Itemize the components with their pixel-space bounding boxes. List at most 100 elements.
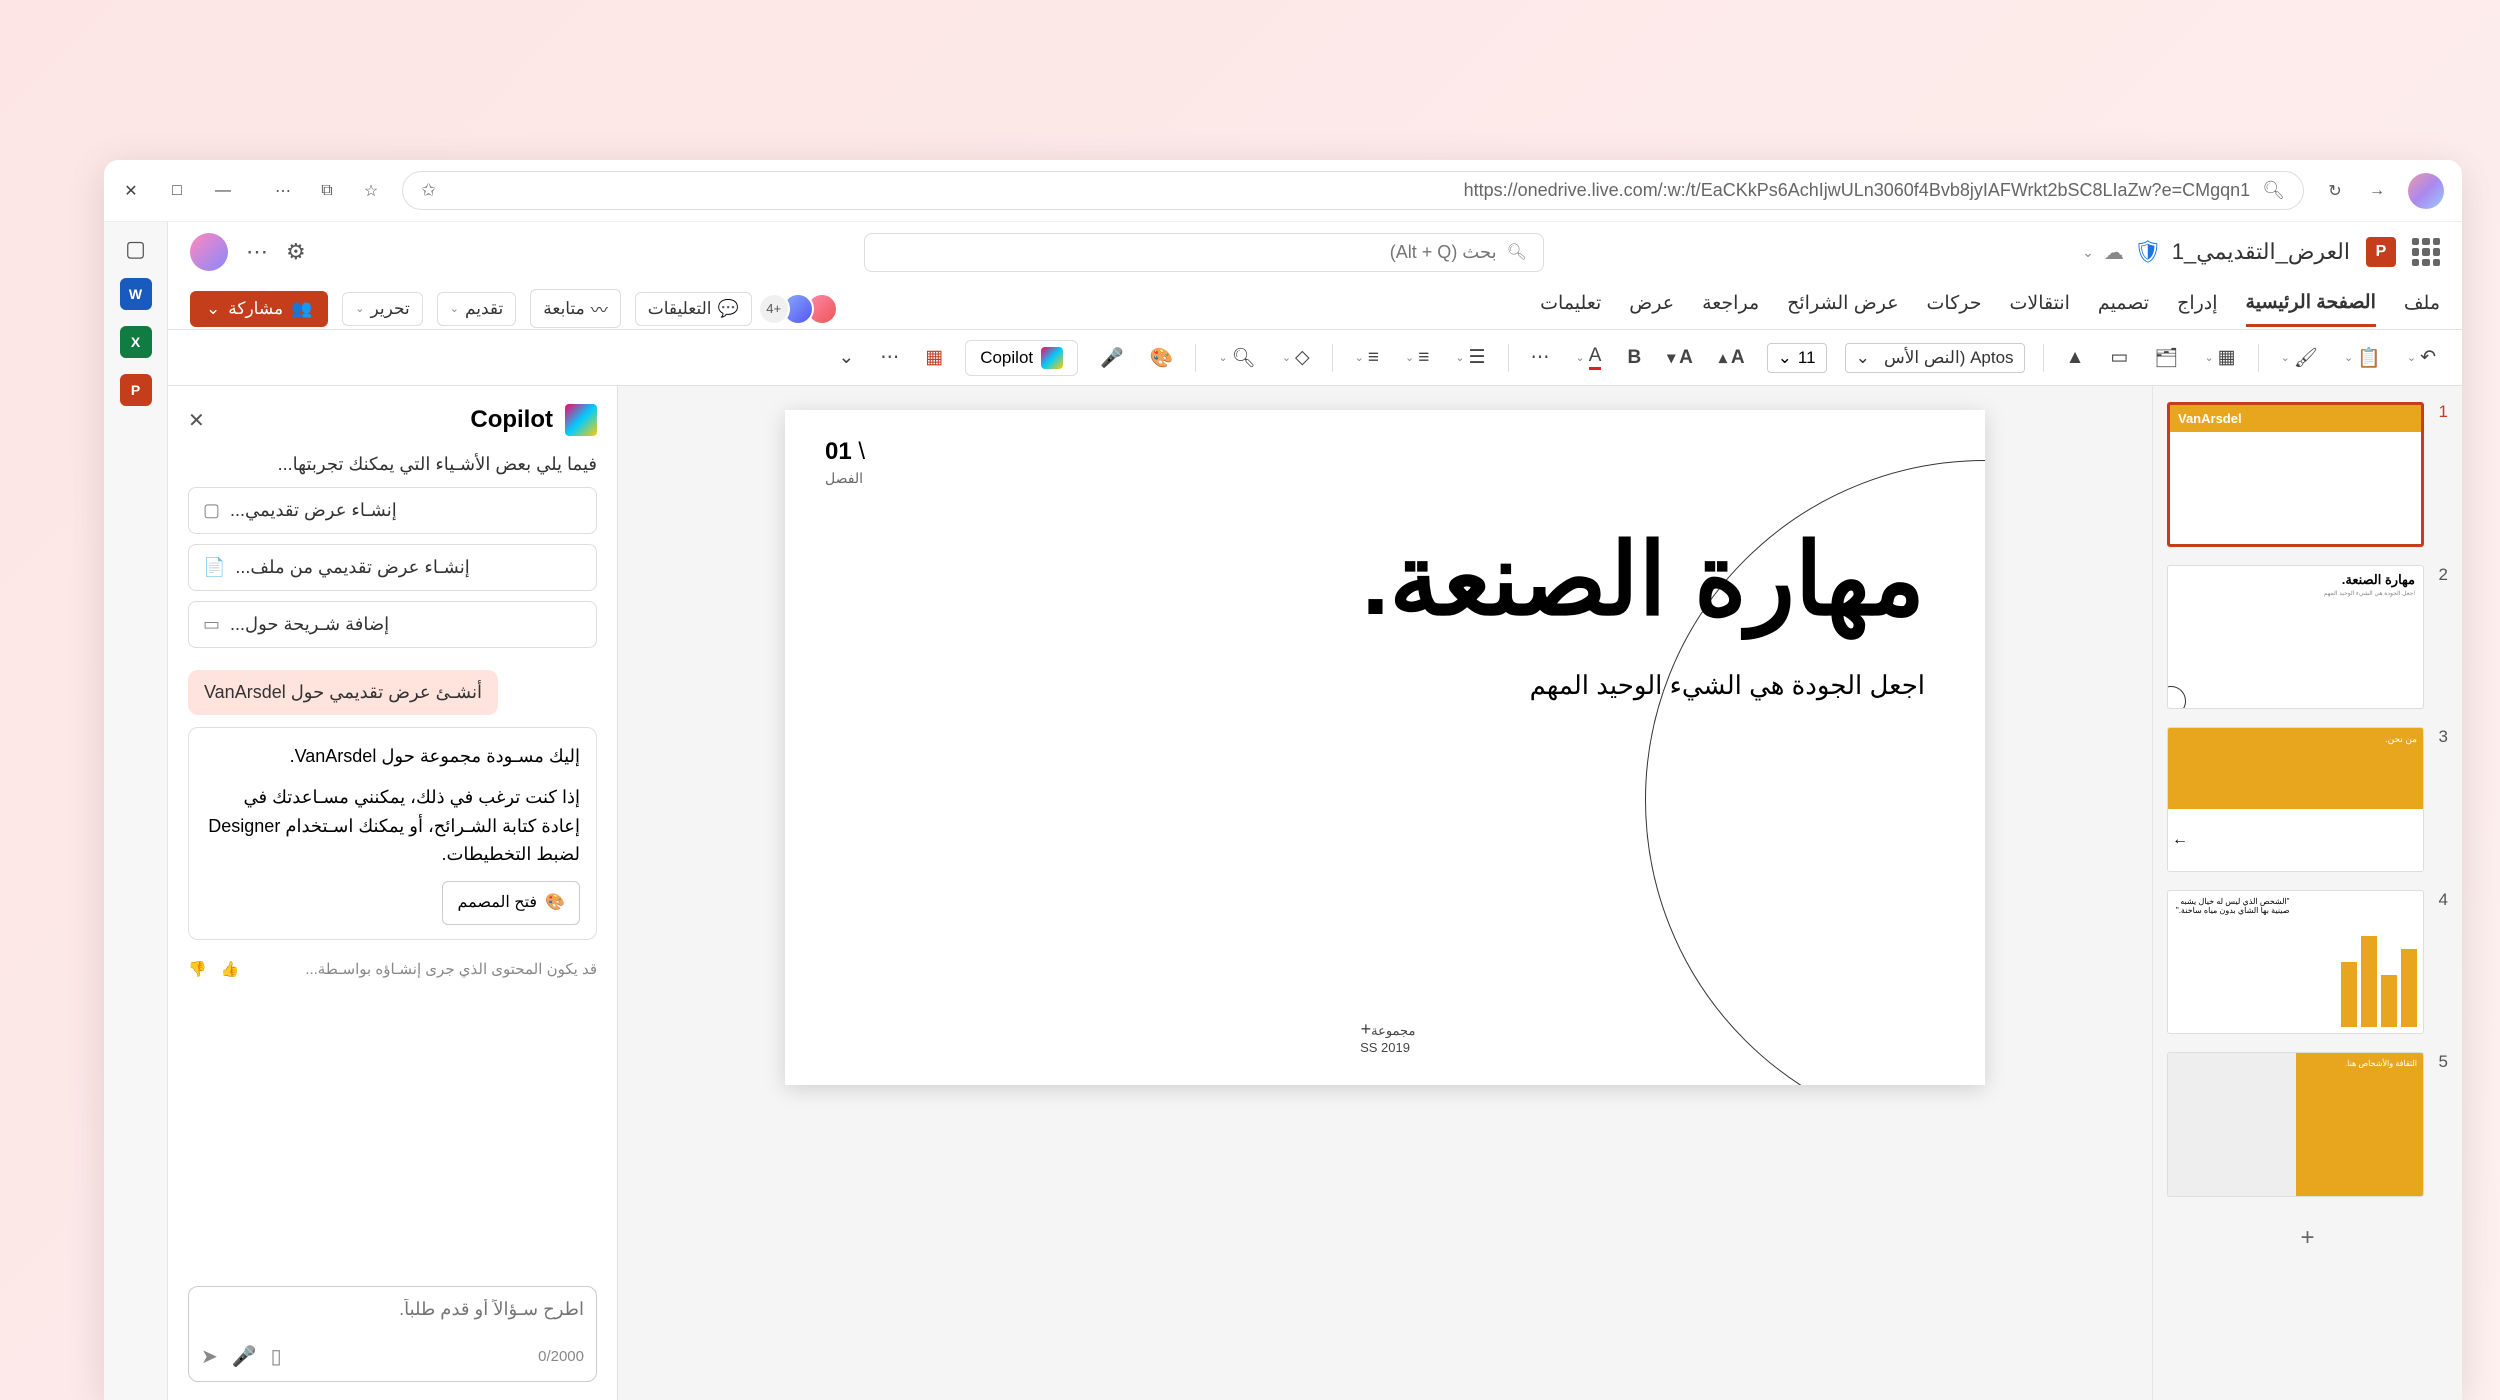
thumb-number: 2 xyxy=(2434,565,2448,585)
cloud-sync-icon: ☁ xyxy=(2104,240,2124,265)
copilot-panel-title: Copilot xyxy=(470,406,553,434)
search-input[interactable] xyxy=(881,242,1497,263)
collapse-ribbon-button[interactable]: ⌄ xyxy=(834,342,858,373)
slide-thumbnail-3[interactable]: من نحن. ← xyxy=(2167,727,2424,872)
tab-transitions[interactable]: انتقالات xyxy=(2009,292,2069,325)
font-size-select[interactable]: 11⌄ xyxy=(1767,343,1827,373)
decrease-font-button[interactable]: A▾ xyxy=(1663,343,1697,373)
refresh-icon[interactable]: ↻ xyxy=(2322,178,2348,204)
maximize-window-icon[interactable]: □ xyxy=(168,182,186,200)
comments-button[interactable]: 💬 التعليقات xyxy=(635,292,752,326)
editing-view-button[interactable]: ▦ xyxy=(921,342,947,373)
chevron-down-icon: ⌄ xyxy=(355,302,364,315)
find-button[interactable]: 🔍︎⌄ xyxy=(1214,342,1259,374)
more-menu-icon[interactable]: ⋯ xyxy=(270,178,296,204)
tab-insert[interactable]: إدراج xyxy=(2177,292,2217,325)
share-button[interactable]: 👥 مشاركة ⌄ xyxy=(190,291,328,327)
open-designer-button[interactable]: 🎨 فتح المصمم xyxy=(442,881,580,925)
copilot-suggestion-2[interactable]: إنشـاء عرض تقديمي من ملف... 📄 xyxy=(188,544,597,591)
copilot-logo-icon xyxy=(565,404,597,436)
minimize-window-icon[interactable]: — xyxy=(214,182,232,200)
paste-button[interactable]: 📋⌄ xyxy=(2340,342,2385,374)
more-font-button[interactable]: ⋯ xyxy=(1527,342,1554,373)
copilot-toolbar-button[interactable]: Copilot xyxy=(965,340,1078,376)
tab-design[interactable]: تصميم xyxy=(2098,292,2149,325)
copilot-reply: إليك مسـودة مجموعة حول VanArsdel. إذا كن… xyxy=(188,727,597,940)
add-favorite-icon[interactable]: ✩ xyxy=(421,180,436,201)
slide-canvas[interactable]: 01 \ الفصل مهارة الصنعة. اجعل الجودة هي … xyxy=(785,410,1985,1085)
copilot-suggestion-1[interactable]: إنشـاء عرض تقديمي... ▢ xyxy=(188,487,597,534)
rail-excel-icon[interactable]: X xyxy=(120,326,152,358)
numbering-button[interactable]: ≡⌄ xyxy=(1401,343,1433,373)
tab-help[interactable]: تعليمات xyxy=(1540,292,1601,325)
designer-toolbar-button[interactable]: 🎨 xyxy=(1146,342,1178,374)
slide-thumbnail-2[interactable]: مهارة الصنعة. اجعل الجودة هي الشيء الوحي… xyxy=(2167,565,2424,710)
slide-subtitle[interactable]: اجعل الجودة هي الشيء الوحيد المهم xyxy=(825,670,1925,701)
new-slide-button[interactable]: ▦⌄ xyxy=(2200,342,2239,373)
thumbs-down-icon[interactable]: 👎 xyxy=(188,960,207,978)
favorites-icon[interactable]: ☆ xyxy=(358,178,384,204)
copilot-disclaimer: قد يكون المحتوى الذي جرى إنشـاؤه بواسـطة… xyxy=(253,960,597,978)
thumb-number: 4 xyxy=(2434,890,2448,910)
forward-icon[interactable]: → xyxy=(2364,178,2390,204)
slide-thumbnail-5[interactable]: الثقافة والأشخاص هنا. xyxy=(2167,1052,2424,1197)
url-input[interactable] xyxy=(448,180,2250,201)
add-slide-icon: ▭ xyxy=(203,614,220,635)
collaborator-avatars[interactable]: +4 xyxy=(766,293,838,325)
browser-profile-avatar[interactable] xyxy=(2408,173,2444,209)
rail-overview-icon[interactable]: ▢ xyxy=(123,236,149,262)
format-painter-button[interactable]: 🖌⌄ xyxy=(2277,342,2322,374)
mic-icon[interactable]: 🎤 xyxy=(232,1344,257,1369)
chevron-down-icon[interactable]: ⌄ xyxy=(2082,244,2094,261)
font-name-select[interactable]: Aptos (النص الأس⌄ xyxy=(1845,343,2025,373)
send-icon[interactable]: ➤ xyxy=(201,1344,218,1369)
tab-home[interactable]: الصفحة الرئيسية xyxy=(2246,291,2376,327)
picture-button[interactable]: ▲ xyxy=(2062,343,2089,373)
increase-font-button[interactable]: A▴ xyxy=(1715,343,1749,373)
settings-icon[interactable]: ⚙ xyxy=(286,239,306,265)
search-in-page-icon[interactable]: 🔍︎ xyxy=(2262,180,2285,201)
collections-icon[interactable]: ⧉ xyxy=(314,178,340,204)
more-options-icon[interactable]: ⋯ xyxy=(246,239,268,265)
dictate-button[interactable]: 🎤 xyxy=(1096,342,1128,374)
shapes-button[interactable]: ◇⌄ xyxy=(1278,342,1314,373)
rail-powerpoint-icon[interactable]: P xyxy=(120,374,152,406)
undo-button[interactable]: ↶⌄ xyxy=(2403,342,2440,373)
reuse-slides-button[interactable]: 🗂 xyxy=(2150,342,2182,374)
layout-button[interactable]: ▭ xyxy=(2106,342,2132,373)
app-launcher-icon[interactable] xyxy=(2412,238,2440,266)
search-box[interactable]: 🔍︎ xyxy=(864,233,1544,272)
edit-button[interactable]: تحرير ⌄ xyxy=(342,292,422,326)
slide-thumbnail-4[interactable]: "الشخص الذي ليس له خيال يشبه صينية بها ا… xyxy=(2167,890,2424,1035)
url-bar[interactable]: ✩ 🔍︎ xyxy=(402,171,2304,210)
thumbs-up-icon[interactable]: 👍 xyxy=(221,960,240,978)
close-copilot-icon[interactable]: ✕ xyxy=(188,408,205,433)
copilot-input-box[interactable]: 0/2000 ▯ 🎤 ➤ xyxy=(188,1286,597,1382)
slide-title[interactable]: مهارة الصنعة. xyxy=(825,530,1925,630)
thumb-number: 1 xyxy=(2434,402,2448,422)
more-toolbar-button[interactable]: ⋯ xyxy=(876,342,903,373)
tab-animations[interactable]: حركات xyxy=(1927,292,1982,325)
copilot-textarea[interactable] xyxy=(201,1299,584,1331)
slide-thumbnail-1[interactable]: VanArsdel xyxy=(2167,402,2424,547)
collaborators-more[interactable]: +4 xyxy=(758,293,790,325)
page-icon[interactable]: ▯ xyxy=(271,1344,282,1369)
tab-slideshow[interactable]: عرض الشرائح xyxy=(1787,292,1898,325)
add-slide-button[interactable]: + xyxy=(2291,1221,2325,1255)
thumb-number: 3 xyxy=(2434,727,2448,747)
copilot-suggestion-3[interactable]: إضافة شـريحة حول... ▭ xyxy=(188,601,597,648)
document-name[interactable]: العرض_التقديمي_1 xyxy=(2172,239,2350,265)
align-button[interactable]: ≡⌄ xyxy=(1351,343,1383,373)
tab-view[interactable]: عرض xyxy=(1629,292,1674,325)
follow-button[interactable]: 〰 متابعة xyxy=(530,289,620,328)
tab-file[interactable]: ملف xyxy=(2404,292,2440,325)
powerpoint-logo-icon: P xyxy=(2366,237,2396,267)
rail-word-icon[interactable]: W xyxy=(120,278,152,310)
font-color-button[interactable]: A⌄ xyxy=(1572,341,1606,374)
bold-button[interactable]: B xyxy=(1623,343,1645,373)
bullets-button[interactable]: ☰⌄ xyxy=(1451,342,1489,373)
present-button[interactable]: تقديم ⌄ xyxy=(437,292,517,326)
close-window-icon[interactable]: ✕ xyxy=(122,182,140,200)
tab-review[interactable]: مراجعة xyxy=(1702,292,1759,325)
user-avatar[interactable] xyxy=(190,233,228,271)
